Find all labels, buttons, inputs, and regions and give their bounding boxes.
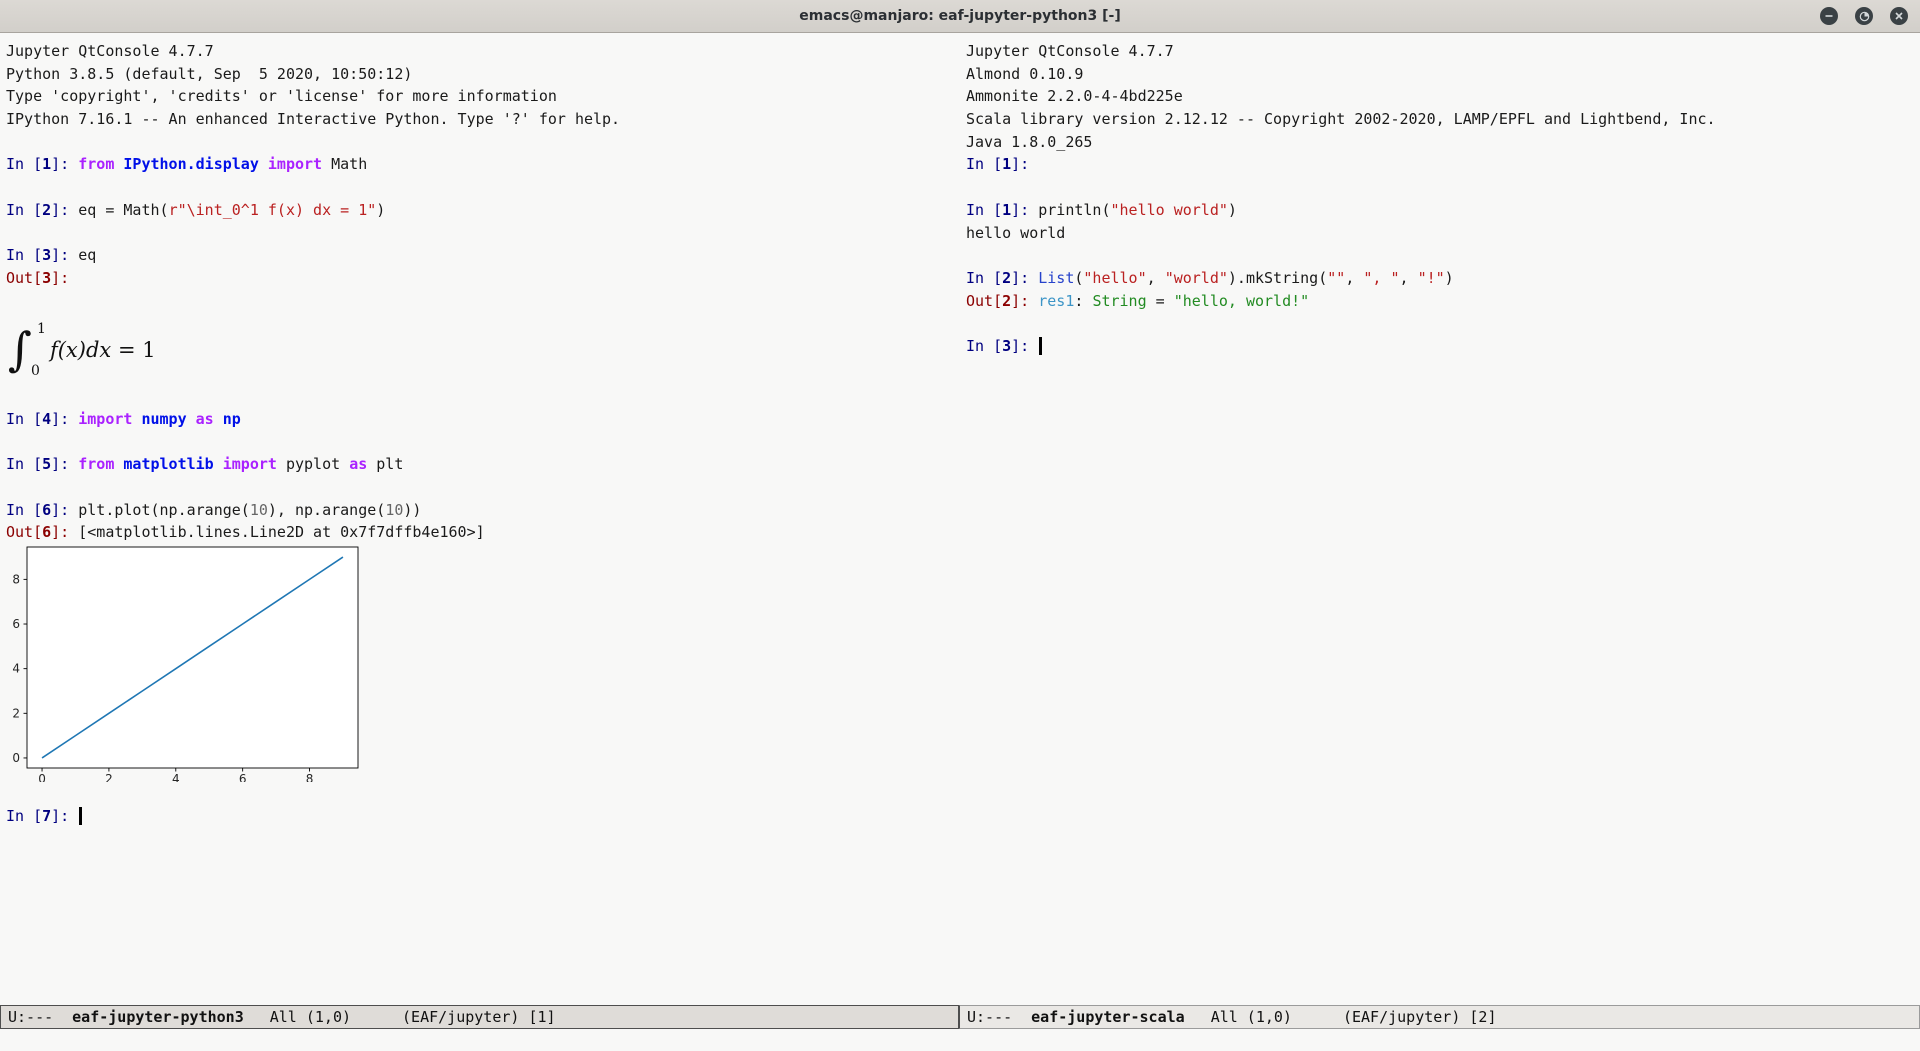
matplotlib-figure: 0 2 4 6 8 0 2 4 6 8	[6, 544, 376, 782]
minimize-icon	[1824, 11, 1834, 21]
text-cursor	[79, 807, 82, 825]
console-line: In [6]: plt.plot(np.arange(10), np.arang…	[6, 499, 959, 522]
console-blank-line	[6, 385, 959, 408]
console-line: In [2]: eq = Math(r"\int_0^1 f(x) dx = 1…	[6, 199, 959, 222]
console-blank-line	[966, 244, 1920, 267]
maximize-icon	[1859, 11, 1870, 22]
text-cursor	[1039, 337, 1042, 355]
console-line: Ammonite 2.2.0-4-4bd225e	[966, 85, 1920, 108]
window-titlebar[interactable]: emacs@manjaro: eaf-jupyter-python3 [-]	[0, 0, 1920, 33]
svg-text:8: 8	[306, 772, 314, 782]
minimize-button[interactable]	[1820, 7, 1838, 25]
console-line: Scala library version 2.12.12 -- Copyrig…	[966, 108, 1920, 131]
latex-equation-output: ∫10f(x)dx = 1	[6, 312, 959, 385]
console-line: In [1]: println("hello world")	[966, 199, 1920, 222]
console-blank-line	[966, 312, 1920, 335]
modeline-major-mode: (EAF/jupyter) [2]	[1343, 1007, 1497, 1028]
svg-text:2: 2	[12, 706, 20, 720]
close-button[interactable]	[1890, 7, 1908, 25]
modelines: U:--- eaf-jupyter-python3 All (1,0) (EAF…	[0, 1005, 1920, 1029]
svg-text:0: 0	[38, 772, 46, 782]
svg-text:8: 8	[12, 572, 20, 586]
equation-body: f(x)dx = 1	[50, 335, 156, 362]
modeline-major-mode: (EAF/jupyter) [1]	[402, 1007, 556, 1028]
modeline-python: U:--- eaf-jupyter-python3 All (1,0) (EAF…	[0, 1005, 959, 1029]
console-line: Out[2]: res1: String = "hello, world!"	[966, 290, 1920, 313]
console-blank-line	[6, 222, 959, 245]
close-icon	[1894, 11, 1904, 21]
modeline-position: All (1,0)	[1211, 1007, 1292, 1028]
console-line: In [5]: from matplotlib import pyplot as…	[6, 453, 959, 476]
console-line: In [7]:	[6, 805, 959, 828]
svg-text:2: 2	[105, 772, 113, 782]
svg-text:4: 4	[12, 662, 20, 676]
console-line: Jupyter QtConsole 4.7.7	[6, 40, 959, 63]
console-blank-line	[6, 176, 959, 199]
console-blank-line	[966, 176, 1920, 199]
modeline-status: U:---	[967, 1007, 1012, 1028]
window-title: emacs@manjaro: eaf-jupyter-python3 [-]	[0, 0, 1920, 32]
console-line: Out[6]: [<matplotlib.lines.Line2D at 0x7…	[6, 521, 959, 544]
echo-area[interactable]	[0, 1029, 1920, 1051]
console-line: In [4]: import numpy as np	[6, 408, 959, 431]
svg-text:0: 0	[12, 751, 20, 765]
modeline-scala: U:--- eaf-jupyter-scala All (1,0) (EAF/j…	[959, 1005, 1920, 1029]
modeline-buffer-name: eaf-jupyter-scala	[1031, 1007, 1185, 1028]
console-blank-line	[6, 476, 959, 499]
modeline-buffer-name: eaf-jupyter-python3	[72, 1007, 244, 1028]
console-line: Type 'copyright', 'credits' or 'license'…	[6, 85, 959, 108]
console-line: In [3]:	[966, 335, 1920, 358]
console-line: In [2]: List("hello", "world").mkString(…	[966, 267, 1920, 290]
console-blank-line	[6, 782, 959, 805]
console-line: In [3]: eq	[6, 244, 959, 267]
svg-text:4: 4	[172, 772, 180, 782]
frame-content: Jupyter QtConsole 4.7.7Python 3.8.5 (def…	[0, 33, 1920, 1005]
console-line: hello world	[966, 222, 1920, 245]
console-line: In [1]: from IPython.display import Math	[6, 153, 959, 176]
modeline-position: All (1,0)	[270, 1007, 351, 1028]
console-blank-line	[6, 131, 959, 154]
svg-text:6: 6	[239, 772, 247, 782]
console-blank-line	[6, 431, 959, 454]
modeline-status: U:---	[8, 1007, 53, 1028]
console-line: Jupyter QtConsole 4.7.7	[966, 40, 1920, 63]
maximize-button[interactable]	[1855, 7, 1873, 25]
window-controls	[1820, 0, 1908, 32]
console-line: Java 1.8.0_265	[966, 131, 1920, 154]
console-blank-line	[6, 290, 959, 313]
console-line: Almond 0.10.9	[966, 63, 1920, 86]
console-line: Out[3]:	[6, 267, 959, 290]
integral-sign: ∫10	[6, 326, 48, 372]
svg-text:6: 6	[12, 617, 20, 631]
scala-console-pane[interactable]: Jupyter QtConsole 4.7.7Almond 0.10.9Ammo…	[959, 33, 1920, 1005]
console-line: In [1]:	[966, 153, 1920, 176]
python-console-pane[interactable]: Jupyter QtConsole 4.7.7Python 3.8.5 (def…	[0, 33, 959, 1005]
console-line: Python 3.8.5 (default, Sep 5 2020, 10:50…	[6, 63, 959, 86]
console-line: IPython 7.16.1 -- An enhanced Interactiv…	[6, 108, 959, 131]
